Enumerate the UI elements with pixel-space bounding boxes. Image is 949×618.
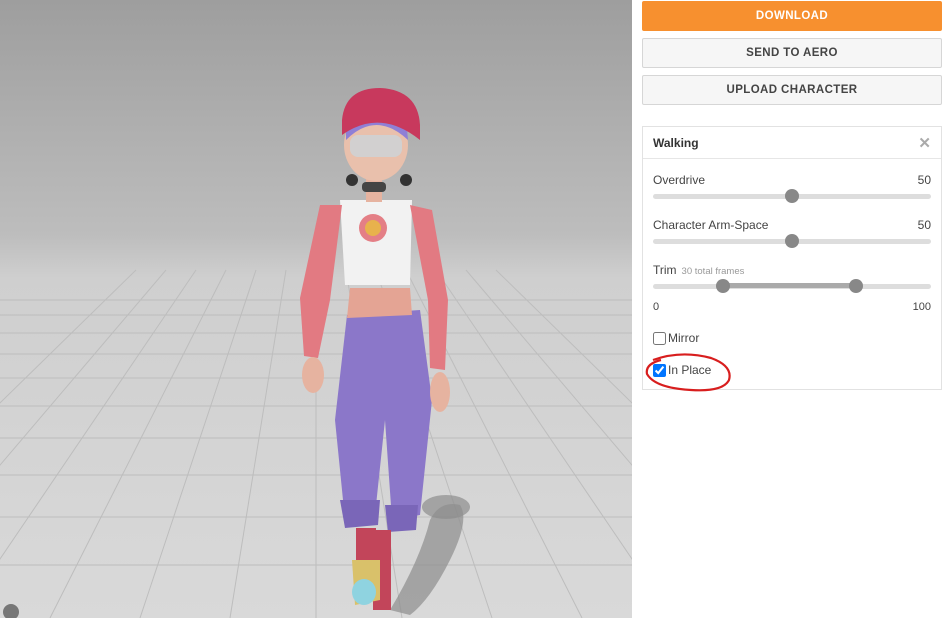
overdrive-slider[interactable] — [653, 189, 931, 203]
close-icon[interactable]: ✕ — [918, 134, 931, 152]
overdrive-row: Overdrive 50 — [653, 173, 931, 187]
arm-space-value: 50 — [917, 218, 931, 232]
trim-row: Trim 30 total frames — [653, 263, 931, 277]
animation-title: Walking — [653, 135, 699, 150]
arm-space-slider-handle[interactable] — [785, 234, 799, 248]
trim-selected-range — [722, 283, 856, 288]
overdrive-slider-handle[interactable] — [785, 189, 799, 203]
send-to-aero-button[interactable]: SEND TO AERO — [642, 38, 942, 68]
mirror-option[interactable]: Mirror — [653, 331, 699, 345]
3d-viewport[interactable] — [0, 0, 632, 618]
trim-range-slider[interactable] — [653, 279, 931, 293]
mirror-checkbox[interactable] — [653, 331, 666, 345]
arm-space-slider[interactable] — [653, 234, 931, 248]
highlight-annotation — [645, 353, 731, 392]
mirror-label: Mirror — [668, 331, 700, 345]
upload-character-button[interactable]: UPLOAD CHARACTER — [642, 75, 942, 105]
trim-frames-note: 30 total frames — [681, 266, 745, 277]
side-panel: DOWNLOAD SEND TO AERO UPLOAD CHARACTER W… — [633, 0, 949, 618]
arm-space-label: Character Arm-Space — [653, 218, 769, 232]
trim-end-handle[interactable] — [848, 279, 863, 293]
overdrive-label: Overdrive — [653, 173, 706, 187]
scene-grid — [0, 88, 632, 618]
trim-scale: 0 100 — [653, 301, 931, 313]
download-button[interactable]: DOWNLOAD — [642, 1, 942, 31]
overdrive-value: 50 — [917, 173, 931, 187]
trim-start-handle[interactable] — [715, 279, 730, 293]
card-header: Walking ✕ — [643, 127, 941, 159]
trim-label: Trim — [653, 263, 677, 277]
trim-max-label: 100 — [912, 301, 931, 313]
trim-min-label: 0 — [653, 301, 660, 313]
arm-space-row: Character Arm-Space 50 — [653, 218, 931, 232]
